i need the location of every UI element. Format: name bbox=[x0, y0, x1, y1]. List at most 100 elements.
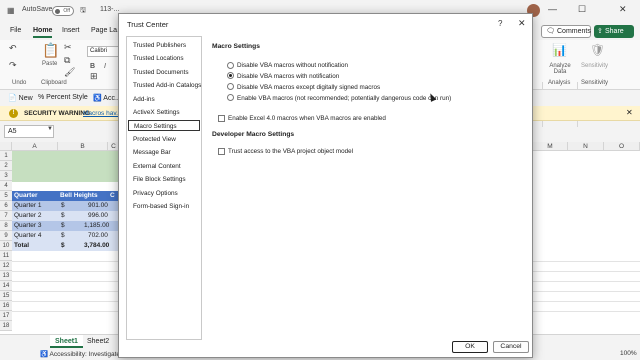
row-header[interactable]: 2 bbox=[0, 161, 12, 171]
row-header[interactable]: 10 bbox=[0, 241, 12, 251]
help-icon[interactable]: ? bbox=[498, 19, 502, 28]
filled-cell-range[interactable] bbox=[12, 151, 120, 182]
table-row[interactable]: Quarter 2 $ 996.00 bbox=[12, 211, 120, 221]
close-icon[interactable]: ✕ bbox=[518, 18, 526, 29]
nav-item-trusted-locations[interactable]: Trusted Locations bbox=[128, 53, 200, 64]
table-header-cell[interactable]: Quarter bbox=[14, 192, 37, 199]
row-header[interactable]: 11 bbox=[0, 251, 12, 261]
table-cell[interactable]: 702.00 bbox=[88, 232, 108, 239]
option-label[interactable]: Disable VBA macros with notification bbox=[237, 73, 339, 80]
close-icon[interactable]: ✕ bbox=[626, 108, 633, 117]
checkbox-enable-excel4-macros[interactable] bbox=[218, 115, 225, 122]
table-cell[interactable]: 1,185.00 bbox=[84, 222, 109, 229]
radio-disable-with-notification[interactable] bbox=[227, 72, 234, 79]
ok-button[interactable]: OK bbox=[452, 341, 488, 353]
table-row[interactable]: Quarter 1 $ 901.00 bbox=[12, 201, 120, 211]
paste-icon[interactable]: 📋 bbox=[42, 42, 59, 59]
table-row[interactable]: Quarter 3 $ 1,185.00 bbox=[12, 221, 120, 231]
analyze-data-label[interactable]: Analyze Data bbox=[547, 63, 573, 75]
table-cell[interactable]: $ bbox=[61, 242, 65, 249]
share-button[interactable]: ⇪ Share bbox=[594, 25, 634, 38]
table-row[interactable]: Quarter 4 $ 702.00 bbox=[12, 231, 120, 241]
nav-item-trusted-documents[interactable]: Trusted Documents bbox=[128, 67, 200, 78]
cancel-button[interactable]: Cancel bbox=[493, 341, 529, 353]
option-label[interactable]: Enable VBA macros (not recommended; pote… bbox=[237, 95, 451, 102]
option-label[interactable]: Trust access to the VBA project object m… bbox=[228, 148, 353, 155]
row-header[interactable]: 16 bbox=[0, 301, 12, 311]
column-header[interactable]: N bbox=[568, 142, 604, 151]
table-cell[interactable]: $ bbox=[61, 232, 65, 239]
row-header[interactable]: 3 bbox=[0, 171, 12, 181]
table-cell[interactable]: $ bbox=[61, 212, 65, 219]
table-cell[interactable]: 3,784.00 bbox=[84, 242, 109, 249]
row-header[interactable]: 1 bbox=[0, 151, 12, 161]
nav-item-protected-view[interactable]: Protected View bbox=[128, 134, 200, 145]
row-header[interactable]: 5 bbox=[0, 191, 12, 201]
column-header[interactable]: B bbox=[58, 142, 108, 151]
table-cell[interactable]: Total bbox=[14, 242, 29, 249]
table-cell[interactable]: Quarter 3 bbox=[14, 222, 41, 229]
column-header[interactable]: A bbox=[12, 142, 58, 151]
table-cell[interactable]: 901.00 bbox=[88, 202, 108, 209]
zoom-level[interactable]: 100% bbox=[620, 350, 637, 357]
row-header[interactable]: 4 bbox=[0, 181, 12, 191]
cut-icon[interactable]: ✂ bbox=[64, 42, 72, 53]
option-label[interactable]: Enable Excel 4.0 macros when VBA macros … bbox=[228, 115, 386, 122]
security-warning-link[interactable]: Macros hav... bbox=[83, 110, 122, 117]
nav-item-form-based-sign-in[interactable]: Form-based Sign-in bbox=[128, 201, 200, 212]
format-painter-icon[interactable]: 🖌 bbox=[64, 67, 75, 78]
tab-insert[interactable]: Insert bbox=[62, 27, 80, 34]
column-header[interactable]: O bbox=[604, 142, 640, 151]
row-header[interactable]: 13 bbox=[0, 271, 12, 281]
nav-item-addins[interactable]: Add-ins bbox=[128, 94, 200, 105]
sheet-tab-sheet1[interactable]: Sheet1 bbox=[50, 335, 83, 348]
row-header[interactable]: 9 bbox=[0, 231, 12, 241]
table-total-row[interactable]: Total $ 3,784.00 bbox=[12, 241, 120, 251]
maximize-icon[interactable]: ☐ bbox=[578, 4, 586, 15]
font-name-box[interactable]: Calibri bbox=[87, 46, 121, 57]
save-icon[interactable]: 🖫 bbox=[80, 6, 86, 17]
row-header[interactable]: 8 bbox=[0, 221, 12, 231]
radio-disable-except-signed[interactable] bbox=[227, 83, 234, 90]
table-header-cell[interactable]: Bell Heights bbox=[60, 192, 98, 199]
comments-button[interactable]: 🗨 Comments bbox=[541, 25, 591, 38]
bold-button[interactable]: B bbox=[90, 63, 95, 70]
copy-icon[interactable]: ⧉ bbox=[64, 55, 70, 66]
border-icon[interactable]: ⊞ bbox=[90, 71, 98, 82]
table-cell[interactable]: Quarter 1 bbox=[14, 202, 41, 209]
nav-item-trusted-publishers[interactable]: Trusted Publishers bbox=[128, 40, 200, 51]
nav-item-privacy-options[interactable]: Privacy Options bbox=[128, 188, 200, 199]
row-header[interactable]: 12 bbox=[0, 261, 12, 271]
nav-item-message-bar[interactable]: Message Bar bbox=[128, 147, 200, 158]
nav-item-activex-settings[interactable]: ActiveX Settings bbox=[128, 107, 200, 118]
select-all-corner[interactable] bbox=[0, 142, 12, 151]
table-header-cell[interactable]: C bbox=[110, 192, 115, 199]
row-header[interactable]: 6 bbox=[0, 201, 12, 211]
italic-button[interactable]: I bbox=[104, 63, 106, 70]
row-header[interactable]: 18 bbox=[0, 321, 12, 331]
analyze-data-icon[interactable]: 📊 bbox=[552, 43, 567, 57]
nav-item-file-block-settings[interactable]: File Block Settings bbox=[128, 174, 200, 185]
sheet-tab-sheet2[interactable]: Sheet2 bbox=[82, 335, 114, 348]
nav-item-external-content[interactable]: External Content bbox=[128, 161, 200, 172]
table-cell[interactable]: 996.00 bbox=[88, 212, 108, 219]
row-header[interactable]: 14 bbox=[0, 281, 12, 291]
chevron-down-icon[interactable]: ▼ bbox=[47, 126, 53, 132]
accessibility-button[interactable]: ♿ Acc... bbox=[93, 94, 121, 102]
percent-style-button[interactable]: % Percent Style bbox=[38, 94, 88, 101]
tab-file[interactable]: File bbox=[10, 27, 21, 34]
row-header[interactable]: 15 bbox=[0, 291, 12, 301]
radio-enable-vba-macros[interactable] bbox=[227, 94, 234, 101]
column-header[interactable]: M bbox=[533, 142, 568, 151]
table-header-row[interactable]: Quarter Bell Heights C bbox=[12, 191, 120, 201]
nav-item-trusted-addin-catalogs[interactable]: Trusted Add-in Catalogs bbox=[128, 80, 201, 91]
minimize-icon[interactable]: — bbox=[548, 4, 557, 14]
tab-home[interactable]: Home bbox=[33, 27, 53, 38]
autosave-toggle[interactable]: Off bbox=[52, 6, 74, 16]
table-cell[interactable]: Quarter 2 bbox=[14, 212, 41, 219]
nav-item-macro-settings[interactable]: Macro Settings bbox=[128, 120, 200, 131]
row-header[interactable]: 7 bbox=[0, 211, 12, 221]
radio-disable-without-notification[interactable] bbox=[227, 62, 234, 69]
close-window-icon[interactable]: ✕ bbox=[619, 4, 627, 15]
paste-label[interactable]: Paste bbox=[42, 61, 57, 67]
